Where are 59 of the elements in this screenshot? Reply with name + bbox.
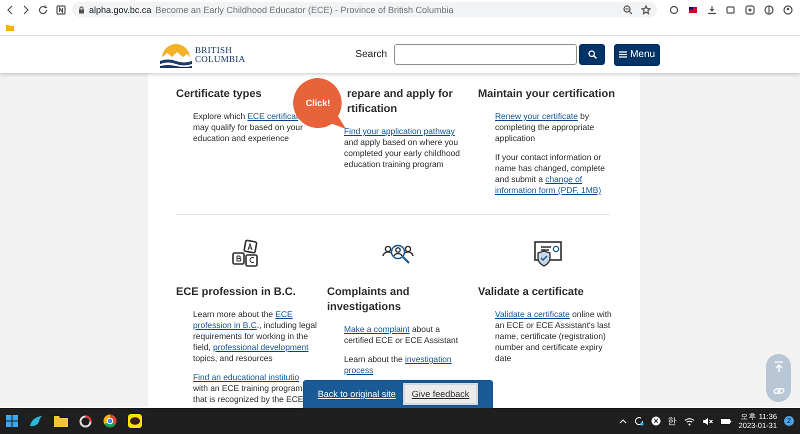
text-link[interactable]: professional development [213, 342, 308, 352]
search-icon [588, 50, 597, 59]
text-link[interactable]: ECE [275, 309, 293, 319]
windows-icon[interactable] [6, 415, 18, 427]
certificate-icon [533, 240, 563, 268]
text-link[interactable]: Find your application pathway [344, 126, 455, 136]
download-icon[interactable] [707, 4, 717, 14]
text-link[interactable]: Make a complaint [344, 324, 410, 334]
mute-icon[interactable] [702, 416, 713, 426]
lock-icon [78, 6, 85, 14]
text-link[interactable]: information form (PDF, 1MB) [495, 185, 602, 195]
text-link[interactable]: investigation [405, 354, 452, 364]
sidebar-icon[interactable] [764, 4, 774, 14]
battery-icon[interactable] [720, 416, 732, 426]
search-field[interactable] [394, 44, 578, 65]
forward-icon[interactable] [22, 4, 30, 14]
sync-icon[interactable] [634, 416, 644, 426]
flag-icon[interactable] [688, 4, 698, 14]
profile-icon[interactable] [783, 4, 793, 14]
callout-text: Click! [306, 98, 330, 108]
reload-icon[interactable] [38, 4, 48, 14]
section-heading: Complaints and investigations [327, 285, 411, 315]
text-link[interactable]: change of [545, 174, 582, 184]
browser-app-icon[interactable] [103, 414, 117, 428]
back-link[interactable]: Back to original site [318, 389, 396, 399]
close-circle-icon[interactable] [650, 416, 661, 426]
section-heading: Validate a certificate [478, 285, 585, 300]
address-bar[interactable]: alpha.gov.bc.ca Become an Early Childhood Educator (ECE) - Province of British Columbia [72, 2, 657, 17]
wifi-icon[interactable] [684, 416, 695, 426]
page-title: Become an Early Childhood Educator (ECE) - Province of British Columbia [155, 4, 454, 14]
chat-app-icon[interactable] [128, 414, 142, 428]
search-button[interactable] [579, 44, 606, 65]
app-icon[interactable] [56, 4, 66, 14]
menu-button[interactable]: Menu [614, 44, 660, 66]
logo-icon[interactable] [160, 42, 192, 68]
screenshot-icon[interactable] [745, 4, 755, 14]
text-link[interactable]: profession in B.C [193, 320, 257, 330]
logo-text: BRITISH COLUMBIA [195, 46, 246, 64]
back-icon[interactable] [6, 4, 14, 14]
text-link[interactable]: Renew your certificate [495, 111, 578, 121]
bird-app-icon[interactable] [29, 414, 43, 428]
folder-icon[interactable] [54, 415, 68, 427]
text-link[interactable]: process [344, 365, 374, 375]
feedback-button[interactable]: Give feedback [402, 383, 478, 405]
alphabet-blocks-icon [231, 239, 261, 269]
section-heading: ECE profession in B.C. [176, 285, 297, 300]
ring-app-icon[interactable] [79, 414, 92, 428]
input-method-indicator[interactable]: 한 [668, 414, 677, 428]
text-link[interactable]: Validate a certificate [495, 309, 570, 319]
section-heading: Maintain your certification [478, 87, 616, 102]
url-host: alpha.gov.bc.ca [89, 4, 152, 14]
zoom-icon[interactable] [623, 4, 633, 14]
section-heading: Certificate types [176, 87, 263, 102]
text-link[interactable]: ECE certificat [247, 111, 298, 121]
star-icon[interactable] [641, 4, 651, 14]
chevron-up-icon[interactable] [618, 418, 627, 424]
search-label: Search [355, 49, 388, 60]
menu-icon [619, 51, 628, 58]
text-link[interactable]: Find an educational institutio [193, 372, 300, 382]
